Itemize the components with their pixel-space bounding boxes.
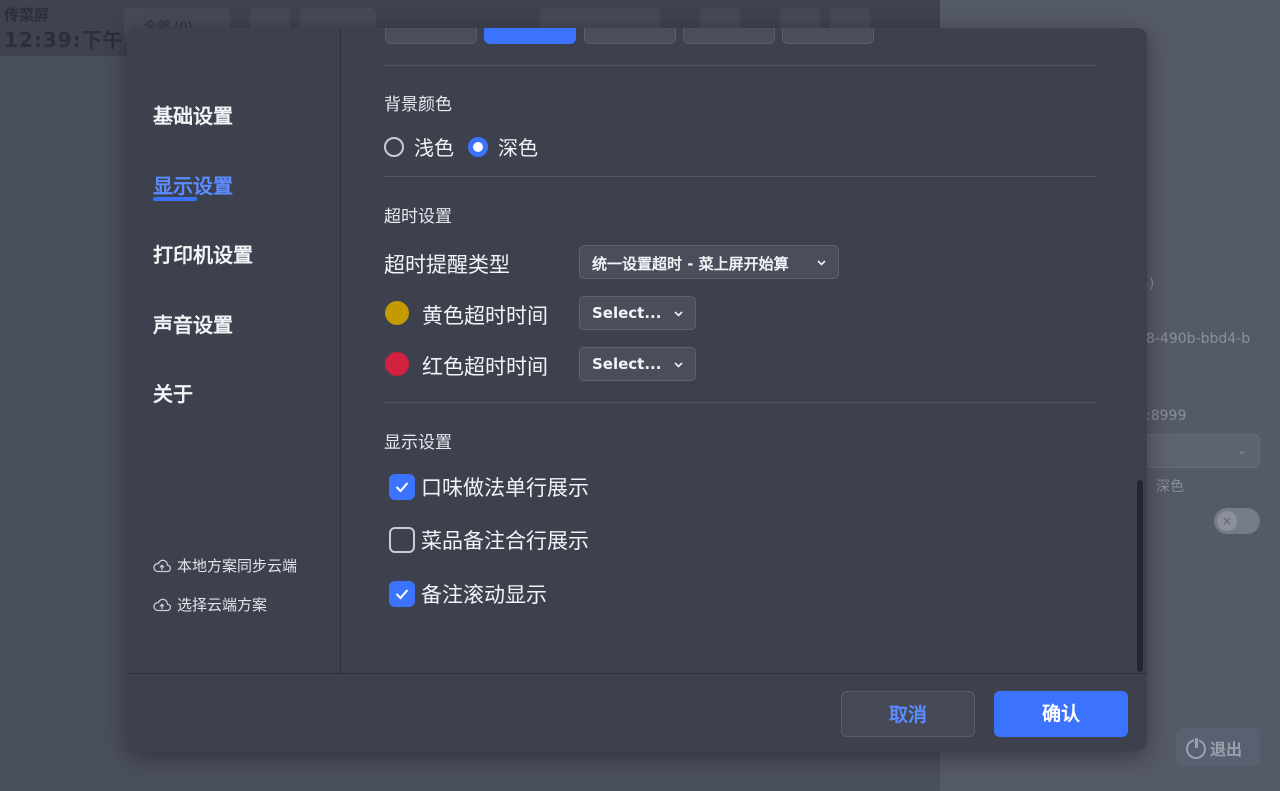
select-cloud-plan-link[interactable]: 选择云端方案 <box>153 594 267 615</box>
font-size-option-3[interactable] <box>584 28 676 44</box>
chevron-down-icon <box>674 311 683 317</box>
sidebar-item-sound[interactable]: 声音设置 <box>153 309 233 338</box>
option-note-scroll: 备注滚动显示 <box>389 579 547 609</box>
app-title: 传菜屏 <box>4 6 50 24</box>
yellow-timeout-value: Select... <box>592 304 662 322</box>
display-options-title: 显示设置 <box>384 433 452 453</box>
timeout-title: 超时设置 <box>384 207 452 227</box>
sidebar-item-display[interactable]: 显示设置 <box>153 170 233 199</box>
power-icon <box>1186 737 1206 759</box>
option-flavor-single-line-label: 口味做法单行展示 <box>421 476 589 500</box>
radio-dark[interactable] <box>468 136 488 157</box>
checkbox-flavor-single-line[interactable] <box>389 474 415 500</box>
bg-fragment-2: 8-490b-bbd4-b <box>1146 331 1251 347</box>
red-indicator <box>385 352 409 376</box>
settings-modal: 基础设置 显示设置 打印机设置 声音设置 关于 本地方案同步云端 选择云端方案 … <box>127 28 1147 751</box>
section-divider <box>384 176 1096 177</box>
active-tab-underline <box>153 197 197 201</box>
logout-label: 退出 <box>1210 740 1243 759</box>
cancel-button[interactable]: 取消 <box>841 691 975 737</box>
chevron-down-icon <box>674 362 683 368</box>
modal-footer: 取消 确认 <box>127 673 1147 751</box>
font-size-option-1[interactable] <box>385 28 477 44</box>
yellow-timeout-select[interactable]: Select... <box>579 296 696 330</box>
timeout-type-label: 超时提醒类型 <box>384 253 510 277</box>
option-flavor-single-line: 口味做法单行展示 <box>389 472 589 502</box>
bg-toggle[interactable]: × <box>1214 508 1260 534</box>
close-icon: × <box>1217 511 1237 531</box>
cloud-upload-icon <box>153 559 171 573</box>
timeout-type-select[interactable]: 统一设置超时 - 菜上屏开始算 <box>579 245 839 279</box>
section-divider <box>384 402 1096 403</box>
bg-fragment-4: 深色 <box>1156 479 1184 495</box>
check-icon <box>395 482 409 493</box>
option-dish-note-merge-label: 菜品备注合行展示 <box>421 529 589 553</box>
chevron-down-icon: ⌄ <box>1236 443 1247 457</box>
section-divider <box>384 65 1096 66</box>
font-size-option-5[interactable] <box>782 28 874 44</box>
radio-light-label: 浅色 <box>414 136 454 160</box>
red-timeout-value: Select... <box>592 355 662 373</box>
checkbox-note-scroll[interactable] <box>389 581 415 607</box>
confirm-button[interactable]: 确认 <box>994 691 1128 737</box>
chevron-down-icon <box>817 260 826 266</box>
yellow-timeout-label: 黄色超时时间 <box>422 304 548 328</box>
sidebar-item-about[interactable]: 关于 <box>153 378 193 407</box>
red-timeout-select[interactable]: Select... <box>579 347 696 381</box>
sync-to-cloud-link[interactable]: 本地方案同步云端 <box>153 555 297 576</box>
yellow-indicator <box>385 301 409 325</box>
radio-dark-label: 深色 <box>498 136 538 160</box>
cloud-download-icon <box>153 598 171 612</box>
background-color-title: 背景颜色 <box>384 95 452 115</box>
font-size-option-4[interactable] <box>683 28 775 44</box>
checkbox-dish-note-merge[interactable] <box>389 527 415 553</box>
clock: 12:39:下午 <box>4 28 124 52</box>
timeout-type-value: 统一设置超时 - 菜上屏开始算 <box>592 255 789 273</box>
settings-sidebar: 基础设置 显示设置 打印机设置 声音设置 关于 本地方案同步云端 选择云端方案 <box>127 28 341 673</box>
sidebar-item-basic[interactable]: 基础设置 <box>153 100 233 129</box>
option-note-scroll-label: 备注滚动显示 <box>421 583 547 607</box>
background-color-options: 浅色 深色 <box>384 132 552 161</box>
font-size-option-2[interactable] <box>484 28 576 44</box>
scrollbar-thumb[interactable] <box>1137 480 1143 672</box>
sidebar-item-printer[interactable]: 打印机设置 <box>153 239 253 268</box>
sync-to-cloud-label: 本地方案同步云端 <box>177 557 298 575</box>
settings-content: 背景颜色 浅色 深色 超时设置 超时提醒类型 统一设置超时 - 菜上屏开始算 黄… <box>342 28 1147 673</box>
select-cloud-plan-label: 选择云端方案 <box>177 596 268 614</box>
red-timeout-label: 红色超时时间 <box>422 355 548 379</box>
option-dish-note-merge: 菜品备注合行展示 <box>389 525 589 555</box>
radio-light[interactable] <box>384 136 404 157</box>
logout-button[interactable]: 退出 <box>1176 728 1260 766</box>
check-icon <box>395 589 409 600</box>
bg-fragment-3: :8999 <box>1146 408 1187 424</box>
